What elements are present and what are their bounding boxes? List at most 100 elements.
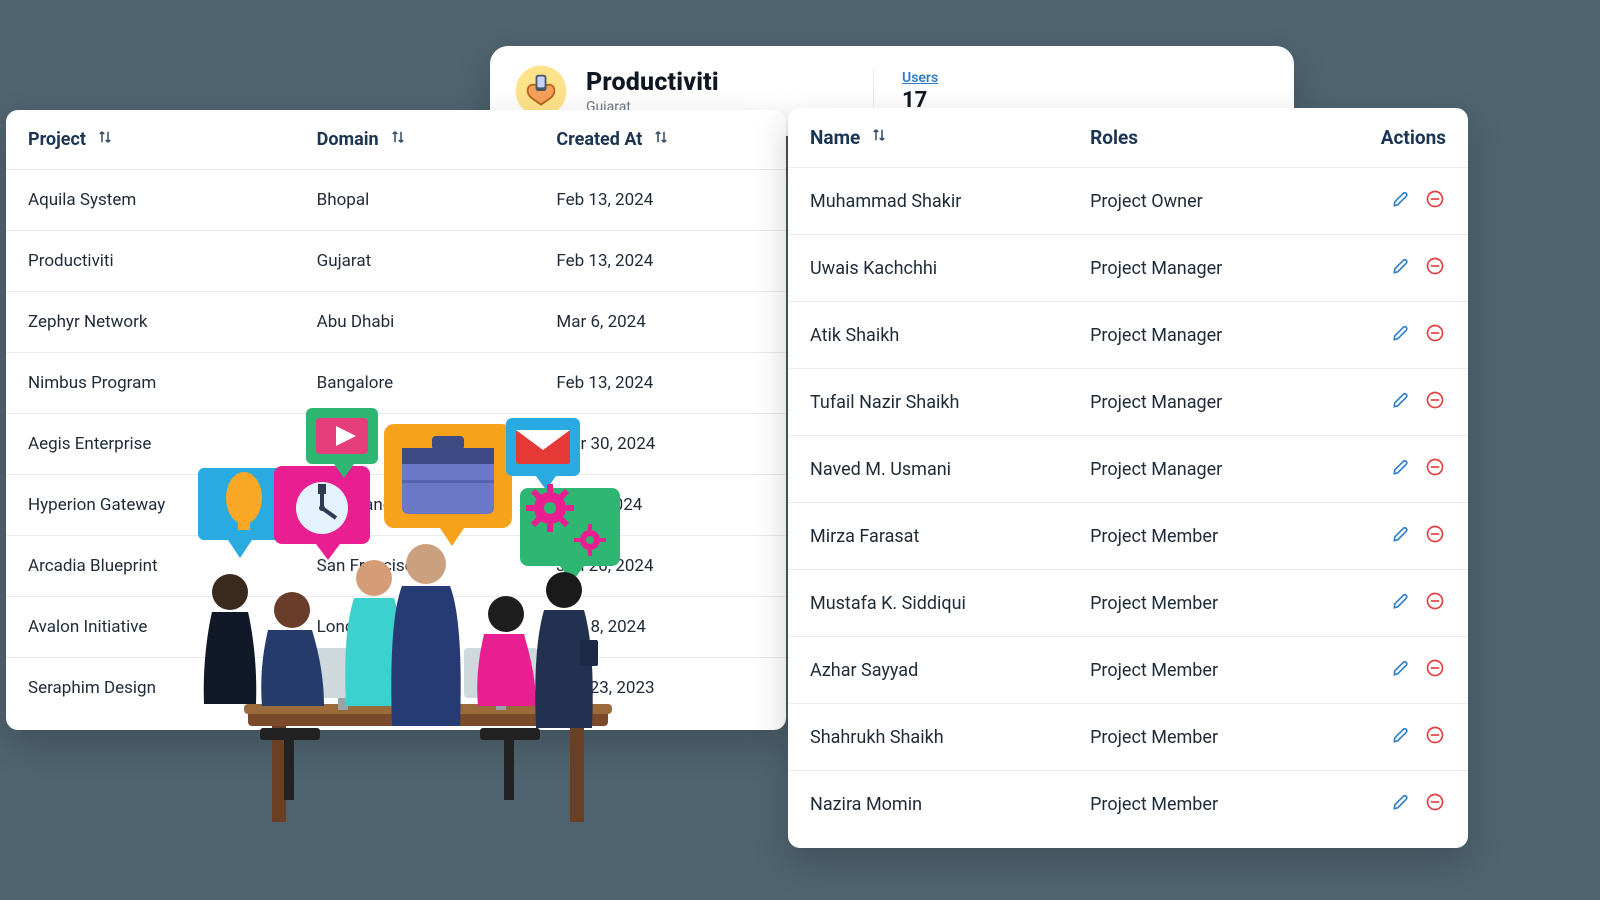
cell-actions: [1315, 436, 1468, 503]
delete-icon[interactable]: [1424, 255, 1446, 277]
table-row: Mustafa K. SiddiquiProject Member: [788, 570, 1468, 637]
cell-project: Avalon Initiative: [6, 597, 295, 658]
col-project-label: Project: [28, 129, 86, 150]
table-row: Tufail Nazir ShaikhProject Manager: [788, 369, 1468, 436]
cell-user-name: Uwais Kachchhi: [788, 235, 1068, 302]
delete-icon[interactable]: [1424, 389, 1446, 411]
cell-created: Feb 13, 2024: [534, 353, 786, 414]
cell-user-name: Shahrukh Shaikh: [788, 704, 1068, 771]
table-row[interactable]: Seraphim DesignSingaporeDec 23, 2023: [6, 658, 786, 719]
sort-icon[interactable]: [652, 128, 670, 151]
users-label[interactable]: Users: [902, 70, 938, 86]
sort-icon[interactable]: [96, 128, 114, 151]
cell-project: Productiviti: [6, 231, 295, 292]
cell-created: Mar 30, 2024: [534, 414, 786, 475]
cell-domain: San Francisco: [295, 536, 535, 597]
cell-user-role: Project Member: [1068, 704, 1315, 771]
sort-icon[interactable]: [389, 128, 407, 151]
edit-icon[interactable]: [1390, 456, 1412, 478]
cell-project: Aquila System: [6, 170, 295, 231]
table-row: Shahrukh ShaikhProject Member: [788, 704, 1468, 771]
table-row: Muhammad ShakirProject Owner: [788, 168, 1468, 235]
cell-user-name: Mustafa K. Siddiqui: [788, 570, 1068, 637]
stage: { "header": { "title": "Productiviti", "…: [0, 0, 1600, 900]
cell-user-name: Atik Shaikh: [788, 302, 1068, 369]
cell-created: Feb 13, 2024: [534, 170, 786, 231]
table-row[interactable]: Arcadia BlueprintSan FranciscoJan 26, 20…: [6, 536, 786, 597]
table-row: Nazira MominProject Member: [788, 771, 1468, 838]
cell-user-role: Project Manager: [1068, 235, 1315, 302]
cell-actions: [1315, 369, 1468, 436]
edit-icon[interactable]: [1390, 389, 1412, 411]
project-users-summary[interactable]: Users 17: [902, 70, 1272, 113]
edit-icon[interactable]: [1390, 590, 1412, 612]
cell-user-name: Naved M. Usmani: [788, 436, 1068, 503]
col-domain-label: Domain: [317, 129, 379, 150]
cell-domain: San Francisco: [295, 475, 535, 536]
delete-icon[interactable]: [1424, 456, 1446, 478]
cell-user-role: Project Member: [1068, 637, 1315, 704]
cell-domain: Bangalore: [295, 353, 535, 414]
cell-created: Mar 6, 2024: [534, 292, 786, 353]
project-title: Productiviti: [586, 68, 719, 97]
table-row: Naved M. UsmaniProject Manager: [788, 436, 1468, 503]
cell-created: Mar 8, 2024: [534, 597, 786, 658]
col-name[interactable]: Name: [788, 108, 1068, 168]
cell-user-name: Mirza Farasat: [788, 503, 1068, 570]
delete-icon[interactable]: [1424, 657, 1446, 679]
cell-domain: Abu Dhabi: [295, 292, 535, 353]
cell-project: Aegis Enterprise: [6, 414, 295, 475]
delete-icon[interactable]: [1424, 791, 1446, 813]
users-table: Name Roles Actions Muhammad ShakirProjec…: [788, 108, 1468, 837]
delete-icon[interactable]: [1424, 188, 1446, 210]
cell-project: Nimbus Program: [6, 353, 295, 414]
edit-icon[interactable]: [1390, 322, 1412, 344]
table-row: Mirza FarasatProject Member: [788, 503, 1468, 570]
col-created-label: Created At: [556, 129, 642, 150]
col-project[interactable]: Project: [6, 110, 295, 170]
cell-project: Hyperion Gateway: [6, 475, 295, 536]
edit-icon[interactable]: [1390, 791, 1412, 813]
delete-icon[interactable]: [1424, 724, 1446, 746]
table-row[interactable]: Aegis Enterprise Mar 30, 2024: [6, 414, 786, 475]
edit-icon[interactable]: [1390, 188, 1412, 210]
cell-user-role: Project Member: [1068, 570, 1315, 637]
col-actions-label: Actions: [1381, 126, 1446, 149]
edit-icon[interactable]: [1390, 255, 1412, 277]
col-roles-label: Roles: [1090, 126, 1138, 149]
table-row[interactable]: Aquila SystemBhopalFeb 13, 2024: [6, 170, 786, 231]
col-created[interactable]: Created At: [534, 110, 786, 170]
cell-actions: [1315, 302, 1468, 369]
cell-user-name: Tufail Nazir Shaikh: [788, 369, 1068, 436]
cell-actions: [1315, 235, 1468, 302]
col-domain[interactable]: Domain: [295, 110, 535, 170]
cell-project: Arcadia Blueprint: [6, 536, 295, 597]
users-card: Name Roles Actions Muhammad ShakirProjec…: [788, 108, 1468, 848]
cell-created: Jan 26, 2024: [534, 536, 786, 597]
delete-icon[interactable]: [1424, 322, 1446, 344]
col-roles[interactable]: Roles: [1068, 108, 1315, 168]
table-row[interactable]: Avalon InitiativeLondonMar 8, 2024: [6, 597, 786, 658]
col-actions: Actions: [1315, 108, 1468, 168]
cell-user-role: Project Member: [1068, 771, 1315, 838]
sort-icon[interactable]: [870, 126, 888, 149]
table-row[interactable]: Nimbus ProgramBangaloreFeb 13, 2024: [6, 353, 786, 414]
cell-user-role: Project Manager: [1068, 436, 1315, 503]
cell-domain: Singapore: [295, 658, 535, 719]
edit-icon[interactable]: [1390, 724, 1412, 746]
table-row[interactable]: Zephyr NetworkAbu DhabiMar 6, 2024: [6, 292, 786, 353]
cell-user-role: Project Manager: [1068, 302, 1315, 369]
edit-icon[interactable]: [1390, 657, 1412, 679]
cell-actions: [1315, 704, 1468, 771]
table-row: Atik ShaikhProject Manager: [788, 302, 1468, 369]
cell-user-name: Nazira Momin: [788, 771, 1068, 838]
edit-icon[interactable]: [1390, 523, 1412, 545]
project-header-titles: Productiviti Gujarat: [586, 68, 719, 115]
table-row[interactable]: ProductivitiGujaratFeb 13, 2024: [6, 231, 786, 292]
cell-domain: Bhopal: [295, 170, 535, 231]
cell-project: Seraphim Design: [6, 658, 295, 719]
cell-user-name: Muhammad Shakir: [788, 168, 1068, 235]
delete-icon[interactable]: [1424, 523, 1446, 545]
delete-icon[interactable]: [1424, 590, 1446, 612]
table-row[interactable]: Hyperion GatewaySan FranciscoApr 8, 2024: [6, 475, 786, 536]
